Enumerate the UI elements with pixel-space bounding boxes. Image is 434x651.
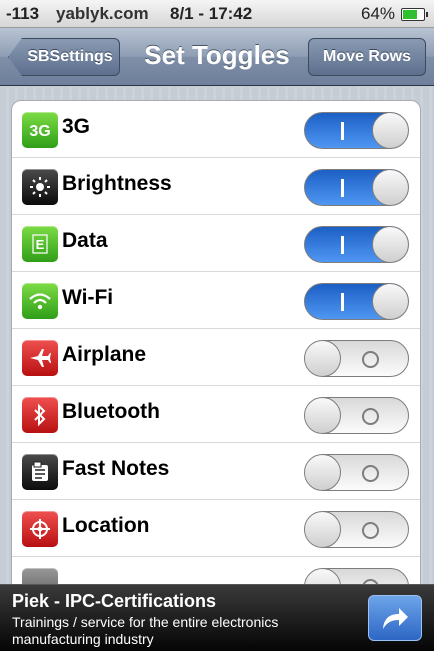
toggle-row: [12, 557, 420, 584]
toggle-switch[interactable]: [304, 112, 409, 149]
switch-off-indicator: [362, 351, 379, 368]
bluetooth-icon: [22, 397, 58, 433]
switch-off-indicator: [362, 465, 379, 482]
ad-title: Piek - IPC-Certifications: [12, 591, 217, 611]
battery-percent: 64%: [361, 4, 396, 23]
clock: 8/1 - 17:42: [170, 4, 253, 23]
status-bar: -113 yablyk.com 8/1 - 17:42 64%: [0, 0, 434, 28]
toggle-label: Location: [62, 514, 150, 537]
data-icon: E: [22, 226, 58, 262]
wifi-icon: [22, 283, 58, 319]
toggle-switch[interactable]: [304, 511, 409, 548]
carrier-name: yablyk.com: [56, 4, 149, 23]
brightness-icon: [22, 169, 58, 205]
toggle-label: Brightness: [62, 172, 172, 195]
switch-knob: [305, 398, 341, 433]
switch-off-indicator: [362, 522, 379, 539]
signal-strength: -113: [6, 4, 40, 23]
battery-icon: [401, 8, 428, 21]
switch-knob: [372, 170, 408, 205]
toggle-switch[interactable]: [304, 397, 409, 434]
toggle-row: Brightness: [12, 158, 420, 215]
notes-icon: [22, 454, 58, 490]
location-icon: [22, 511, 58, 547]
airplane-icon: [22, 340, 58, 376]
switch-on-indicator: [341, 179, 344, 197]
toggle-label: Airplane: [62, 343, 147, 366]
switch-knob: [372, 113, 408, 148]
toggle-switch[interactable]: [304, 454, 409, 491]
toggle-row: Location: [12, 500, 420, 557]
toggle-switch[interactable]: [304, 340, 409, 377]
toggle-switch[interactable]: [304, 568, 409, 584]
svg-text:3G: 3G: [29, 123, 50, 140]
switch-on-indicator: [341, 293, 344, 311]
switch-knob: [305, 512, 341, 547]
toggle-label: Bluetooth: [62, 400, 160, 423]
switch-knob: [305, 569, 341, 584]
toggle-list: 3G 3G Brightness E Data Wi-Fi Airplane Bluetoot…: [11, 100, 421, 584]
toggle-row: 3G 3G: [12, 101, 420, 158]
3g-icon: 3G: [22, 112, 58, 148]
toggle-label: Fast Notes: [62, 457, 170, 480]
switch-knob: [305, 341, 341, 376]
toggle-label: Wi-Fi: [62, 286, 114, 309]
share-arrow-icon: [383, 608, 408, 629]
toggle-row: Airplane: [12, 329, 420, 386]
svg-text:E: E: [36, 237, 45, 252]
switch-knob: [372, 227, 408, 262]
toggle-row: Bluetooth: [12, 386, 420, 443]
switch-on-indicator: [341, 236, 344, 254]
toggle-switch[interactable]: [304, 226, 409, 263]
switch-off-indicator: [362, 408, 379, 425]
switch-knob: [305, 455, 341, 490]
toggle-list-area[interactable]: 3G 3G Brightness E Data Wi-Fi Airplane Bluetoot…: [0, 87, 434, 584]
ad-banner[interactable]: Piek - IPC-Certifications Trainings / se…: [0, 584, 434, 651]
toggle-row: Fast Notes: [12, 443, 420, 500]
battery-level: [403, 10, 418, 19]
toggle-row: Wi-Fi: [12, 272, 420, 329]
switch-on-indicator: [341, 122, 344, 140]
page-title: Set Toggles: [144, 40, 290, 70]
toggle-label: Data: [62, 229, 108, 252]
move-rows-button[interactable]: Move Rows: [308, 38, 426, 76]
nav-bar: SBSettings Set Toggles Move Rows: [0, 28, 434, 86]
ad-body: Trainings / service for the entire elect…: [12, 614, 279, 647]
toggle-switch[interactable]: [304, 283, 409, 320]
toggle-switch[interactable]: [304, 169, 409, 206]
ad-share-button[interactable]: [368, 595, 422, 641]
switch-knob: [372, 284, 408, 319]
back-button[interactable]: SBSettings: [8, 38, 120, 76]
toggle-row: E Data: [12, 215, 420, 272]
generic-icon: [22, 568, 58, 584]
toggle-label: 3G: [62, 115, 91, 138]
